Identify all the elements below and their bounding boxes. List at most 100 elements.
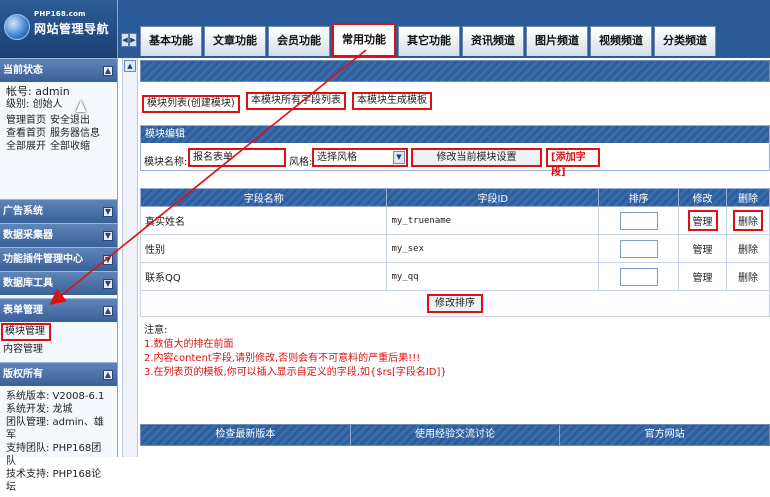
notes: 注意: 1.数值大的排在前面 2.内容content字段,请别修改,否则会有不可…: [144, 324, 447, 380]
official-site-link[interactable]: 官方网站: [559, 425, 769, 445]
level-line: 级别: 创始人: [6, 99, 63, 110]
module-list-link[interactable]: 模块列表(创建模块): [142, 95, 240, 113]
team-line: 团队管理: admin、雄军: [6, 417, 104, 441]
section-plugins[interactable]: 功能插件管理中心 ▼: [0, 247, 117, 271]
manage-link[interactable]: 管理: [693, 273, 713, 284]
scroll-up-icon[interactable]: ▲: [124, 60, 136, 72]
section-collector[interactable]: 数据采集器 ▼: [0, 223, 117, 247]
cursor-icon: [76, 100, 86, 112]
section-ads[interactable]: 广告系统 ▼: [0, 199, 117, 223]
globe-icon: [4, 14, 30, 40]
section-title: 当前状态: [3, 65, 43, 76]
col-sort: 排序: [598, 188, 680, 207]
table-row: 联系QQ my_qq 管理 删除: [139, 262, 770, 291]
module-manage-link[interactable]: 模块管理: [1, 323, 51, 341]
tab-images[interactable]: 图片频道: [526, 26, 588, 56]
logo-site: PHP168.com: [34, 10, 86, 18]
scrollbar[interactable]: ▲: [122, 58, 138, 457]
status-body: 帐号: admin 级别: 创始人 管理首页 安全退出 查看首页 服务器信息 全部展…: [0, 82, 117, 199]
field-id: my_truename: [386, 206, 600, 235]
tab-basic[interactable]: 基本功能: [140, 26, 202, 56]
note-2: 2.内容content字段,请别修改,否则会有不可意料的严重后果!!!: [144, 353, 421, 364]
col-edit: 修改: [678, 188, 728, 207]
section-database[interactable]: 数据库工具 ▼: [0, 271, 117, 295]
col-field-id: 字段ID: [386, 188, 600, 207]
section-title: 数据采集器: [3, 230, 53, 241]
expand-icon[interactable]: ▼: [103, 207, 113, 217]
logo: PHP168.com 网站管理导航: [0, 0, 117, 58]
developer-line: 系统开发: 龙城: [6, 404, 73, 415]
server-info-link[interactable]: 服务器信息: [50, 128, 100, 139]
tab-common[interactable]: 常用功能: [332, 23, 396, 57]
top-banner: [140, 60, 770, 82]
module-name-input[interactable]: 报名表单: [188, 148, 286, 167]
style-select[interactable]: 选择风格 ▼: [312, 148, 408, 167]
delete-link[interactable]: 删除: [738, 273, 758, 284]
tab-news[interactable]: 资讯频道: [462, 26, 524, 56]
section-copyright[interactable]: 版权所有 ▲: [0, 362, 117, 386]
field-id: my_qq: [386, 262, 600, 291]
tab-category[interactable]: 分类频道: [654, 26, 716, 56]
sort-input[interactable]: [619, 239, 658, 258]
section-title: 广告系统: [3, 206, 43, 217]
tab-articles[interactable]: 文章功能: [204, 26, 266, 56]
style-label: 风格:: [289, 157, 313, 168]
tab-bar: 基本功能 文章功能 会员功能 常用功能 其它功能 资讯频道 图片频道 视频频道 …: [140, 23, 718, 58]
col-field-name: 字段名称: [139, 188, 388, 207]
expand-icon[interactable]: ▼: [103, 231, 113, 241]
delete-link[interactable]: 删除: [738, 245, 758, 256]
section-status[interactable]: 当前状态 ▲: [0, 58, 117, 82]
add-field-button[interactable]: [添加字段]: [546, 148, 600, 178]
version-line: 系统版本: V2008-6.1: [6, 391, 105, 402]
field-name: 性别: [139, 234, 388, 263]
collapse-icon[interactable]: ▲: [103, 370, 113, 380]
support-team-line: 支持团队: PHP168团队: [6, 443, 102, 467]
chevron-down-icon[interactable]: ▼: [393, 151, 405, 164]
note-3: 3.在列表页的模板,你可以插入显示自定义的字段,如{$rs[字段名ID]}: [144, 367, 447, 378]
expand-icon[interactable]: ▼: [103, 279, 113, 289]
field-id: my_sex: [386, 234, 600, 263]
generate-template-link[interactable]: 本模块生成模板: [352, 92, 432, 110]
logout-link[interactable]: 安全退出: [50, 115, 90, 126]
view-home-link[interactable]: 查看首页: [6, 128, 46, 139]
copyright-body: 系统版本: V2008-6.1 系统开发: 龙城 团队管理: admin、雄军 …: [0, 386, 117, 497]
tab-video[interactable]: 视频频道: [590, 26, 652, 56]
content-manage-link[interactable]: 内容管理: [0, 342, 117, 358]
expand-icon[interactable]: ▼: [103, 255, 113, 265]
table-row: 性别 my_sex 管理 删除: [139, 234, 770, 263]
table-row: 真实姓名 my_truename 管理 删除: [139, 206, 770, 235]
modify-sort-button[interactable]: 修改排序: [427, 294, 483, 313]
forum-link[interactable]: 使用经验交流讨论: [349, 425, 560, 445]
section-title: 功能插件管理中心: [3, 254, 83, 265]
delete-link[interactable]: 删除: [733, 210, 763, 231]
home-admin-link[interactable]: 管理首页: [6, 115, 46, 126]
note-1: 1.数值大的排在前面: [144, 339, 234, 350]
section-title: 数据库工具: [3, 278, 53, 289]
tech-support-line: 技术支持: PHP168论坛: [6, 469, 102, 493]
sidebar: PHP168.com 网站管理导航 当前状态 ▲ 帐号: admin 级别: 创…: [0, 0, 118, 493]
section-form[interactable]: 表单管理 ▲: [0, 298, 117, 322]
all-fields-link[interactable]: 本模块所有字段列表: [246, 92, 346, 110]
modify-module-button[interactable]: 修改当前模块设置: [411, 148, 542, 167]
field-name: 真实姓名: [139, 206, 388, 235]
manage-link[interactable]: 管理: [693, 245, 713, 256]
section-title: 版权所有: [3, 369, 43, 380]
expand-all-link[interactable]: 全部展开: [6, 141, 46, 152]
field-name: 联系QQ: [139, 262, 388, 291]
notes-title: 注意:: [144, 325, 168, 336]
arrow-left-icon[interactable]: ◀: [121, 33, 129, 47]
collapse-icon[interactable]: ▲: [103, 306, 113, 316]
sort-input[interactable]: [619, 211, 658, 230]
tab-members[interactable]: 会员功能: [268, 26, 330, 56]
collapse-all-link[interactable]: 全部收缩: [50, 141, 90, 152]
arrow-right-icon[interactable]: ▶: [129, 33, 137, 47]
tab-other[interactable]: 其它功能: [398, 26, 460, 56]
manage-link[interactable]: 管理: [687, 210, 718, 231]
sort-input[interactable]: [619, 267, 658, 286]
section-title: 表单管理: [3, 305, 43, 316]
check-version-link[interactable]: 检查最新版本: [141, 425, 350, 445]
collapse-icon[interactable]: ▲: [103, 66, 113, 76]
module-name-label: 模块名称:: [144, 157, 188, 168]
sidebar-toggle[interactable]: ◀ ▶: [121, 33, 137, 47]
fields-table: 字段名称 字段ID 排序 修改 删除 真实姓名 my_truename 管理 删…: [139, 188, 770, 317]
